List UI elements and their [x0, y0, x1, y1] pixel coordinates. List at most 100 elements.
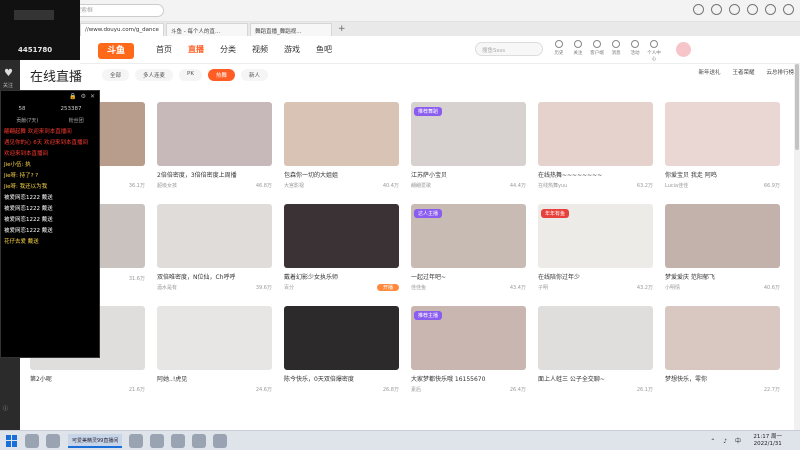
- stream-card[interactable]: 包森你一切的大姐姐 大宫影视 40.4万: [284, 102, 399, 198]
- stream-thumbnail[interactable]: [284, 306, 399, 370]
- filter-hot-dance[interactable]: 热舞: [207, 69, 235, 81]
- stream-thumbnail[interactable]: [284, 204, 399, 268]
- link-king-glory[interactable]: 王者荣耀: [732, 68, 754, 76]
- filter-multi[interactable]: 多人连麦: [135, 69, 174, 81]
- stream-thumbnail[interactable]: [157, 204, 272, 268]
- stream-title[interactable]: 陈今快乐，0天双倍爆密度: [284, 374, 399, 383]
- stream-card[interactable]: 你爱宝贝 我走 阿鸣 Lucia佳佳 66.9万: [665, 102, 780, 198]
- stream-title[interactable]: 面上人蛙三 公子全交聊~: [538, 374, 653, 383]
- stream-title[interactable]: 2倍倍密度，3倍倍密度上周播: [157, 170, 272, 179]
- event-icon[interactable]: 活动: [628, 40, 642, 62]
- stream-title[interactable]: 江苏萨小宝贝: [411, 170, 526, 179]
- stream-thumbnail[interactable]: 年年有鱼: [538, 204, 653, 268]
- browser-tab-dance[interactable]: 舞蹈直播_舞蹈视...: [250, 23, 332, 36]
- stream-card[interactable]: 梦爱爱庆 范阳郁飞 小明情 40.6万: [665, 204, 780, 300]
- lock-icon[interactable]: 🔒: [69, 93, 76, 101]
- filter-all[interactable]: 全部: [102, 69, 130, 81]
- stream-card[interactable]: 面上人蛙三 公子全交聊~ 26.1万: [538, 306, 653, 402]
- stream-thumbnail[interactable]: [665, 102, 780, 166]
- info-icon[interactable]: ⓘ: [3, 405, 8, 412]
- link-ranking[interactable]: 云总排行榜: [766, 68, 794, 76]
- link-new-year-gift[interactable]: 新年送礼: [698, 68, 720, 76]
- streamer-name[interactable]: 超级女孩: [157, 182, 177, 189]
- stream-card[interactable]: 推荐舞蹈 江苏萨小宝贝 翩翩爱歌 44.4万: [411, 102, 526, 198]
- stream-thumbnail[interactable]: [665, 306, 780, 370]
- nav-home[interactable]: 首页: [156, 44, 172, 55]
- store-icon[interactable]: [171, 433, 186, 448]
- minimize-icon[interactable]: [765, 4, 776, 15]
- streamer-name[interactable]: Lucia佳佳: [665, 182, 688, 189]
- site-search-input[interactable]: 搜鱼Ssss: [475, 42, 543, 56]
- stream-card[interactable]: 年年有鱼 在线陪你过年少 子明 43.2万: [538, 204, 653, 300]
- stream-card[interactable]: 梦想快乐，零你 22.7万: [665, 306, 780, 402]
- nav-category[interactable]: 分类: [220, 44, 236, 55]
- stream-title[interactable]: 你爱宝贝 我走 阿鸣: [665, 170, 780, 179]
- stream-title[interactable]: 大家梦都快乐哦 16155670: [411, 374, 526, 383]
- streamer-name[interactable]: 佳佳鱼: [411, 284, 426, 291]
- taskbar-active-app[interactable]: 可爱美精灵99直播间: [68, 433, 123, 448]
- streamer-name[interactable]: 翩翩爱歌: [411, 182, 431, 189]
- stream-thumbnail[interactable]: 推荐舞蹈: [411, 102, 526, 166]
- nav-fishbar[interactable]: 鱼吧: [316, 44, 332, 55]
- stream-card[interactable]: 在线热舞~~~~~~~~ 在线热舞yuu 63.2万: [538, 102, 653, 198]
- stream-card[interactable]: 达人主播 一起过年吧~ 佳佳鱼 43.4万: [411, 204, 526, 300]
- stream-thumbnail[interactable]: [284, 102, 399, 166]
- stream-title[interactable]: 第2小呢: [30, 374, 145, 383]
- stream-title[interactable]: 一起过年吧~: [411, 272, 526, 281]
- avatar[interactable]: [676, 42, 691, 57]
- stream-title[interactable]: 在线热舞~~~~~~~~: [538, 170, 653, 179]
- site-logo[interactable]: 斗鱼: [98, 43, 134, 59]
- stream-thumbnail[interactable]: 推荐主播: [411, 306, 526, 370]
- folder-icon[interactable]: [150, 433, 165, 448]
- grid-icon[interactable]: [747, 4, 758, 15]
- heart-icon[interactable]: ♥: [4, 68, 13, 79]
- follow-icon[interactable]: 关注: [571, 40, 585, 62]
- streamer-name[interactable]: 小明情: [665, 284, 680, 291]
- browser-tab-douyu[interactable]: 斗鱼 - 每个人的直...: [166, 23, 248, 36]
- chat-tab-fans[interactable]: 粉丝团: [69, 117, 84, 124]
- streamer-name[interactable]: 在线热舞yuu: [538, 182, 567, 189]
- filter-pk[interactable]: PK: [179, 69, 202, 81]
- stream-title[interactable]: 包森你一切的大姐姐: [284, 170, 399, 179]
- client-icon[interactable]: 客户端: [590, 40, 604, 62]
- top-search-input[interactable]: 搜索框: [68, 4, 164, 17]
- stream-title[interactable]: 阿她..!虎见: [157, 374, 272, 383]
- close-icon[interactable]: [783, 4, 794, 15]
- address-bar[interactable]: //www.douyu.com/g_dance: [80, 23, 164, 36]
- scrollbar[interactable]: [794, 64, 800, 430]
- stream-thumbnail[interactable]: [665, 204, 780, 268]
- nav-live[interactable]: 直播: [188, 44, 204, 55]
- message-icon[interactable]: 消息: [609, 40, 623, 62]
- search-icon[interactable]: [25, 433, 39, 448]
- start-button[interactable]: [6, 434, 18, 447]
- stream-title[interactable]: 双倍唯密度，N位仙，Ch呼呼: [157, 272, 272, 281]
- system-tray[interactable]: ⌃ ♪ 中: [710, 436, 744, 445]
- clock[interactable]: 21:17 周一 2022/1/31: [753, 434, 782, 448]
- user-center-icon[interactable]: 个人中心: [647, 40, 661, 62]
- edge-icon[interactable]: [129, 433, 144, 448]
- stream-title[interactable]: 戴着幻影少女执乐师: [284, 272, 399, 281]
- task-view-icon[interactable]: [46, 433, 60, 448]
- new-tab-icon[interactable]: +: [338, 23, 346, 36]
- wechat-icon[interactable]: [213, 433, 228, 448]
- stream-thumbnail[interactable]: [538, 102, 653, 166]
- history-icon[interactable]: 历史: [552, 40, 566, 62]
- stream-card[interactable]: 2倍倍密度，3倍倍密度上周播 超级女孩 46.8万: [157, 102, 272, 198]
- clock-icon[interactable]: [693, 4, 704, 15]
- nav-game[interactable]: 游戏: [284, 44, 300, 55]
- stream-thumbnail[interactable]: [157, 306, 272, 370]
- star-icon[interactable]: [711, 4, 722, 15]
- stream-card[interactable]: 推荐主播 大家梦都快乐哦 16155670 素后 26.4万: [411, 306, 526, 402]
- stream-card[interactable]: 阿她..!虎见 24.6万: [157, 306, 272, 402]
- streamer-name[interactable]: 百分: [284, 284, 294, 291]
- streamer-name[interactable]: 子明: [538, 284, 548, 291]
- stream-title[interactable]: 梦爱爱庆 范阳郁飞: [665, 272, 780, 281]
- filter-new[interactable]: 新人: [240, 69, 268, 81]
- stream-thumbnail[interactable]: [538, 306, 653, 370]
- stream-title[interactable]: 在线陪你过年少: [538, 272, 653, 281]
- gear-icon[interactable]: ⚙: [81, 93, 86, 101]
- scrollbar-thumb[interactable]: [795, 64, 799, 150]
- stream-card[interactable]: 双倍唯密度，N位仙，Ch呼呼 酒水是有 39.6万: [157, 204, 272, 300]
- close-icon[interactable]: ✕: [90, 93, 95, 101]
- streamer-name[interactable]: 酒水是有: [157, 284, 177, 291]
